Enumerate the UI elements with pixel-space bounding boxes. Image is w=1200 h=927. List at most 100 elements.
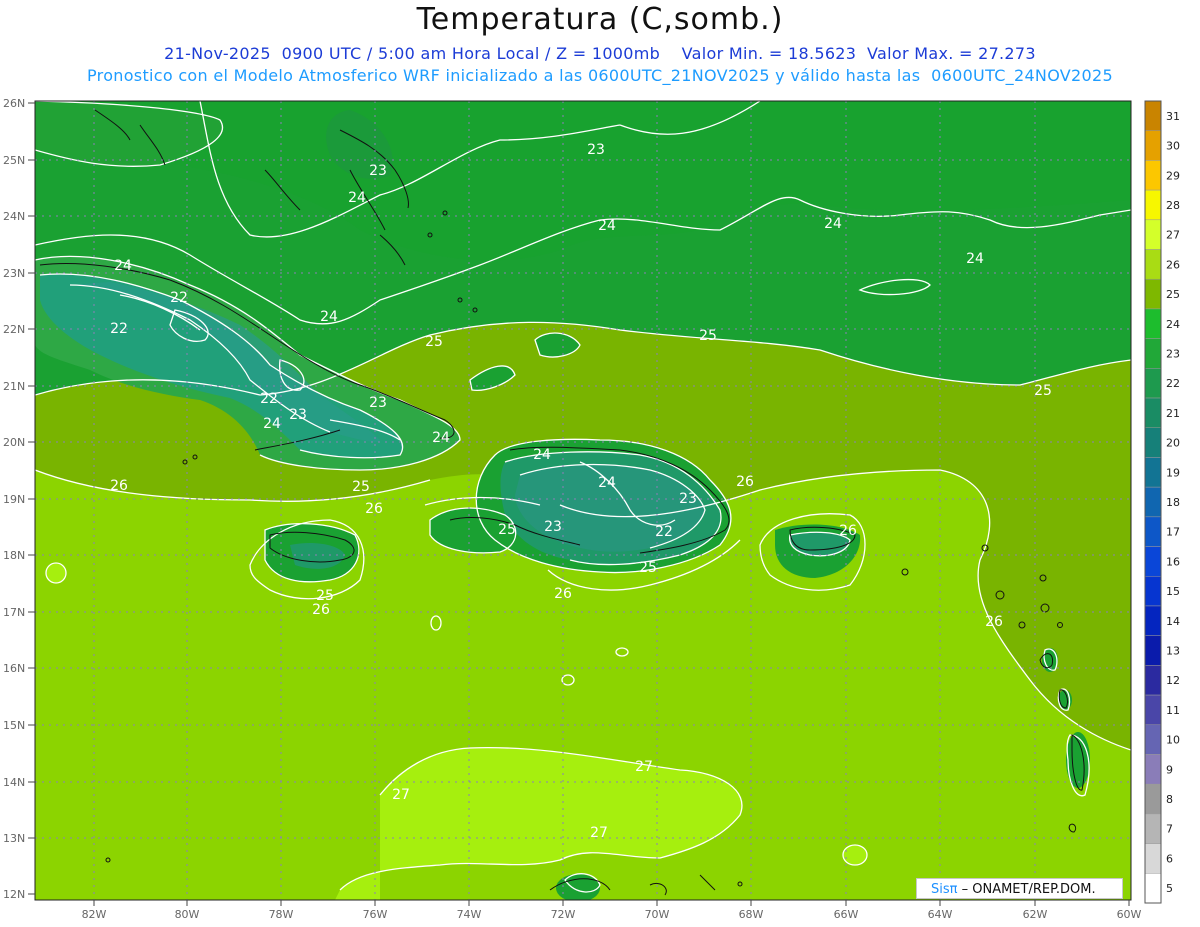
contour-label: 23: [369, 163, 387, 179]
contour-label: 23: [289, 407, 307, 423]
credit-text: – ONAMET/REP.DOM.: [957, 882, 1096, 897]
contour-label: 24: [598, 475, 616, 491]
lon-label: 70W: [645, 908, 670, 921]
colorbar-swatch: [1144, 189, 1162, 221]
temperature-map: 23232424 24242422222425 2525222323242426 25…: [3, 97, 1180, 921]
lat-label: 25N: [3, 154, 25, 167]
colorbar-swatch: [1144, 160, 1162, 191]
colorbar-label: 22: [1166, 377, 1180, 390]
lat-label: 16N: [3, 662, 25, 675]
credit-brand: Sisπ: [931, 882, 958, 897]
lat-label: 24N: [3, 210, 25, 223]
colorbar-label: 5: [1166, 882, 1173, 895]
contour-label: 23: [369, 395, 387, 411]
contour-label: 24: [263, 416, 281, 432]
colorbar-swatch: [1144, 635, 1162, 666]
contour-label: 24: [533, 447, 551, 463]
lat-label: 12N: [3, 888, 25, 901]
latitude-labels: 26N 25N 24N 23N 22N 21N 20N 19N 18N 17N 16N 15N 14N 1…: [3, 97, 35, 901]
colorbar-label: 28: [1166, 199, 1180, 212]
contour-label: 23: [587, 142, 605, 158]
contour-label: 27: [590, 825, 608, 841]
colorbar-label: 8: [1166, 793, 1173, 806]
colorbar-label: 20: [1166, 437, 1180, 450]
contour-label: 24: [598, 218, 616, 234]
contour-label: 23: [679, 491, 697, 507]
lat-label: 21N: [3, 380, 25, 393]
lon-label: 68W: [739, 908, 764, 921]
colorbar-swatch: [1144, 130, 1162, 161]
lat-label: 19N: [3, 493, 25, 506]
colorbar-label: 12: [1166, 674, 1180, 687]
colorbar-label: 21: [1166, 407, 1180, 420]
lat-label: 20N: [3, 436, 25, 449]
colorbar-swatch: [1144, 665, 1162, 696]
colorbar-swatch: [1144, 694, 1162, 726]
colorbar-label: 24: [1166, 318, 1180, 331]
colorbar-swatch: [1144, 516, 1162, 547]
lon-label: 80W: [175, 908, 200, 921]
colorbar-swatch: [1144, 605, 1162, 636]
contour-label: 26: [736, 474, 754, 490]
lon-label: 60W: [1117, 908, 1142, 921]
colorbar-legend: 31 30 29 28 27 26 25 24 23 22 21 20 19 18 17 16 15 14 13 12…: [1144, 100, 1180, 904]
longitude-labels: 82W 80W 78W 76W 74W 72W 70W 68W 66W 64W 62W 60W: [82, 900, 1142, 921]
contour-label: 24: [114, 258, 132, 274]
colorbar-label: 6: [1166, 852, 1173, 865]
colorbar-label: 17: [1166, 526, 1180, 539]
colorbar-swatch: [1144, 576, 1162, 607]
colorbar-swatch: [1144, 724, 1162, 755]
contour-label: 26: [365, 501, 383, 517]
colorbar-label: 26: [1166, 258, 1180, 271]
contour-label: 25: [498, 522, 516, 538]
colorbar-label: 7: [1166, 823, 1173, 836]
colorbar-label: 23: [1166, 347, 1180, 360]
contour-label: 25: [425, 334, 443, 350]
colorbar-label: 31: [1166, 110, 1180, 123]
colorbar-label: 25: [1166, 288, 1180, 301]
contour-label: 24: [432, 430, 450, 446]
contour-label: 22: [110, 321, 128, 337]
contour-label: 26: [985, 614, 1003, 630]
lon-label: 78W: [269, 908, 294, 921]
colorbar-swatch: [1144, 546, 1162, 577]
colorbar-label: 27: [1166, 229, 1180, 242]
lat-label: 13N: [3, 832, 25, 845]
colorbar-label: 19: [1166, 466, 1180, 479]
contour-label: 24: [320, 309, 338, 325]
colorbar-swatch: [1144, 813, 1162, 844]
colorbar-swatch: [1144, 783, 1162, 815]
lat-label: 14N: [3, 776, 25, 789]
credit-box: Sisπ – ONAMET/REP.DOM.: [916, 878, 1123, 899]
contour-label: 27: [635, 759, 653, 775]
lat-label: 18N: [3, 549, 25, 562]
colorbar-label: 15: [1166, 585, 1180, 598]
contour-label: 24: [966, 251, 984, 267]
colorbar-label: 14: [1166, 615, 1180, 628]
colorbar-swatch: [1144, 278, 1162, 310]
colorbar-label: 30: [1166, 140, 1180, 153]
colorbar-swatch: [1144, 219, 1162, 250]
lat-label: 23N: [3, 267, 25, 280]
lon-label: 64W: [928, 908, 953, 921]
colorbar-swatch: [1144, 427, 1162, 458]
colorbar-swatch: [1144, 100, 1162, 131]
colorbar-label: 18: [1166, 496, 1180, 509]
contour-label: 27: [392, 787, 410, 803]
colorbar-label: 29: [1166, 169, 1180, 182]
colorbar-swatch: [1144, 486, 1162, 518]
contour-label: 23: [544, 519, 562, 535]
contour-label: 24: [348, 190, 366, 206]
contour-label: 26: [554, 586, 572, 602]
colorbar-swatch: [1144, 338, 1162, 369]
lon-label: 66W: [834, 908, 859, 921]
contour-label: 26: [839, 523, 857, 539]
colorbar-label: 9: [1166, 763, 1173, 776]
colorbar-swatch: [1144, 397, 1162, 428]
colorbar-swatch: [1144, 308, 1162, 339]
colorbar-swatch: [1144, 843, 1162, 874]
colorbar-label: 16: [1166, 555, 1180, 568]
contour-label: 22: [170, 290, 188, 306]
colorbar-label: 11: [1166, 704, 1180, 717]
contour-label: 24: [824, 216, 842, 232]
